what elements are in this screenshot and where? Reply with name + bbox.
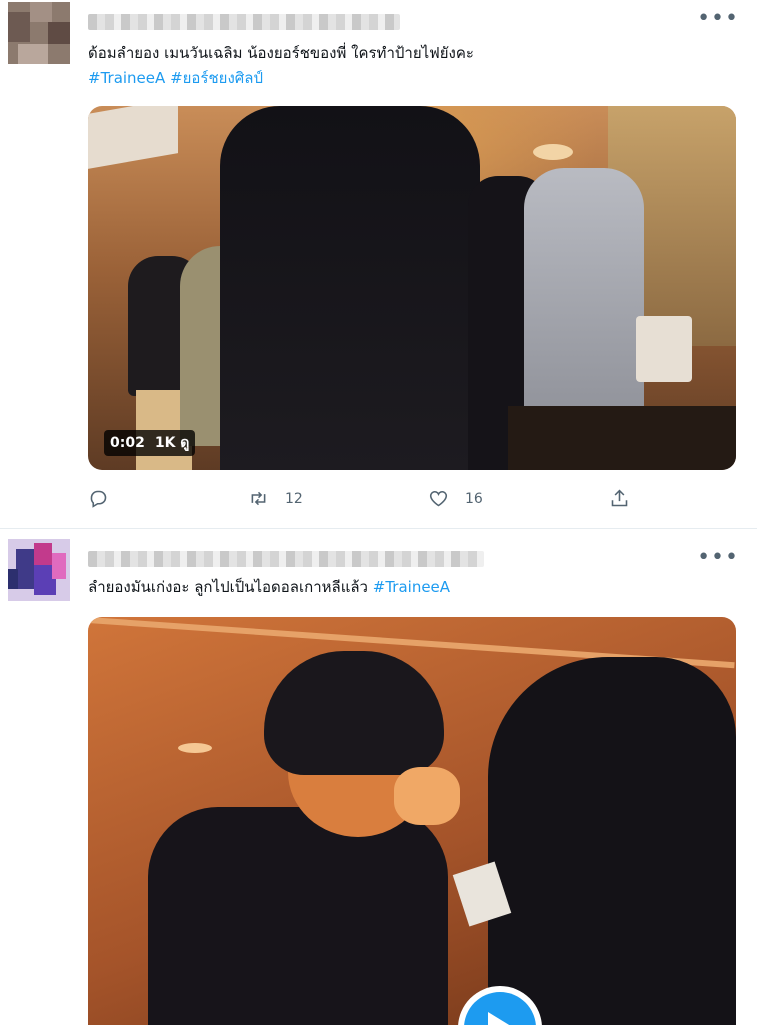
scene-bucket-hat (264, 651, 444, 775)
video-views: 1K ดู (154, 435, 190, 451)
avatar[interactable] (8, 2, 70, 64)
hashtag-link[interactable]: #TraineeA (88, 69, 165, 87)
scene-ceiling-unit (88, 106, 178, 169)
tweet-actions: 12 16 (88, 488, 648, 512)
tweet-text: ด้อมลำยอง เมนวันเฉลิม น้องยอร์ชของพี่ ใค… (88, 41, 474, 65)
share-button[interactable] (609, 488, 630, 509)
play-button-inner (464, 992, 536, 1025)
scene-bucket (636, 316, 692, 382)
hashtag-link[interactable]: #ยอร์ชยงศิลป์ (170, 69, 263, 87)
hashtag-link[interactable]: #TraineeA (373, 578, 450, 596)
play-icon (488, 1012, 510, 1025)
scene-person-white (524, 168, 644, 428)
video-duration: 0:02 (110, 435, 145, 451)
author-name-redacted[interactable] (88, 551, 484, 567)
video-meta-overlay: 0:02 1K ดู (104, 430, 196, 456)
avatar[interactable] (8, 539, 70, 601)
more-icon[interactable]: ••• (697, 547, 739, 569)
tweet[interactable]: ••• ลำยองมันเก่งอะ ลูกไปเป็นไอดอลเกาหลีแ… (0, 528, 757, 1025)
reply-button[interactable] (88, 488, 109, 509)
tweet-text: ลำยองมันเก่งอะ ลูกไปเป็นไอดอลเกาหลีแล้ว … (88, 575, 450, 599)
scene-light (178, 743, 212, 753)
scene-person-right (488, 657, 736, 1025)
video-player[interactable]: 0:02 1K ดู (88, 106, 736, 470)
author-name-redacted[interactable] (88, 14, 400, 30)
heart-icon (429, 490, 448, 507)
share-icon (611, 489, 628, 507)
like-count: 16 (465, 490, 483, 507)
tweet-body: ด้อมลำยอง เมนวันเฉลิม น้องยอร์ชของพี่ ใค… (88, 44, 474, 62)
retweet-icon (251, 491, 266, 506)
like-button[interactable]: 16 (428, 488, 483, 509)
scene-hand (394, 767, 460, 825)
video-player[interactable] (88, 617, 736, 1025)
retweet-count: 12 (285, 490, 303, 507)
more-icon[interactable]: ••• (697, 8, 739, 30)
reply-icon (90, 490, 107, 508)
scene-person-center (220, 106, 480, 470)
tweet-hashtags: #TraineeA #ยอร์ชยงศิลป์ (88, 66, 263, 90)
retweet-button[interactable]: 12 (248, 488, 303, 509)
tweet[interactable]: ••• ด้อมลำยอง เมนวันเฉลิม น้องยอร์ชของพี… (0, 0, 757, 528)
scene-person-body (148, 807, 448, 1025)
tweet-body: ลำยองมันเก่งอะ ลูกไปเป็นไอดอลเกาหลีแล้ว (88, 578, 368, 596)
scene-ceiling-light (533, 144, 573, 160)
scene-table (508, 406, 736, 470)
